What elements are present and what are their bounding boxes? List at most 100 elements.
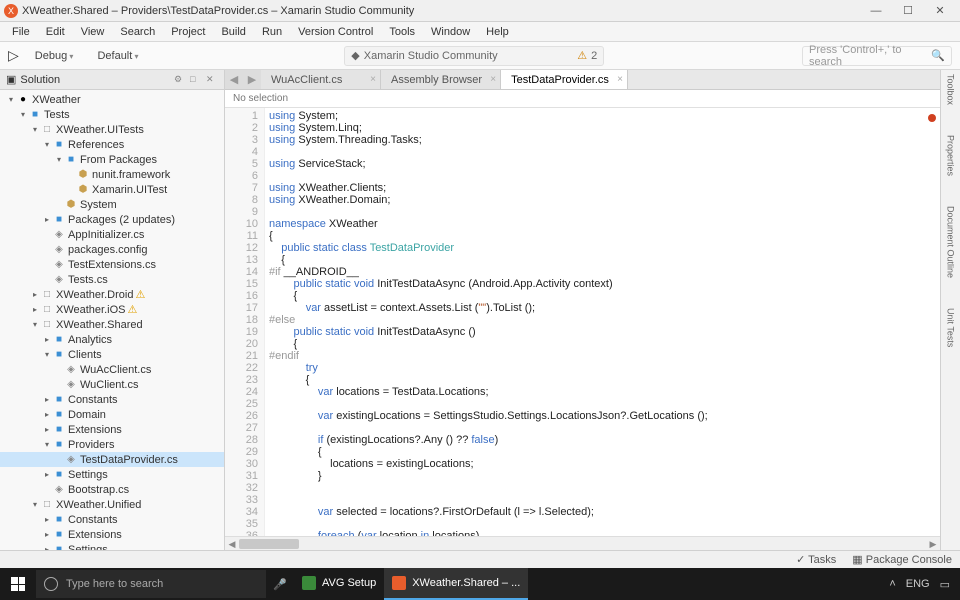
code-line[interactable] bbox=[269, 422, 708, 434]
code-line[interactable]: var selected = locations?.FirstOrDefault… bbox=[269, 506, 708, 518]
code-line[interactable]: #if __ANDROID__ bbox=[269, 266, 708, 278]
code-text[interactable]: using System;using System.Linq;using Sys… bbox=[265, 108, 712, 536]
tasks-pad[interactable]: ✓ Tasks bbox=[796, 553, 836, 566]
close-button[interactable]: ✕ bbox=[924, 1, 956, 21]
twisty-icon[interactable]: ▾ bbox=[6, 95, 16, 104]
code-line[interactable]: { bbox=[269, 374, 708, 386]
tab-nav-back[interactable]: ◀ bbox=[225, 70, 243, 89]
tree-item[interactable]: ◈AppInitializer.cs bbox=[0, 227, 224, 242]
code-line[interactable]: using ServiceStack; bbox=[269, 158, 708, 170]
status-pill[interactable]: ◆ Xamarin Studio Community ⚠ 2 bbox=[344, 46, 604, 66]
tree-item[interactable]: ▸■Constants bbox=[0, 392, 224, 407]
menu-edit[interactable]: Edit bbox=[38, 24, 73, 40]
twisty-icon[interactable]: ▸ bbox=[42, 395, 52, 404]
code-line[interactable] bbox=[269, 398, 708, 410]
tree-item[interactable]: ▸□XWeather.Droid⚠ bbox=[0, 287, 224, 302]
code-line[interactable]: var existingLocations = SettingsStudio.S… bbox=[269, 410, 708, 422]
tree-item[interactable]: ▾■Providers bbox=[0, 437, 224, 452]
twisty-icon[interactable]: ▸ bbox=[30, 305, 40, 314]
mic-icon[interactable]: 🎤 bbox=[266, 578, 294, 591]
code-line[interactable]: } bbox=[269, 470, 708, 482]
tree-item[interactable]: ▸■Analytics bbox=[0, 332, 224, 347]
code-line[interactable]: using System; bbox=[269, 110, 708, 122]
taskbar-task[interactable]: XWeather.Shared – ... bbox=[384, 568, 528, 600]
tree-item[interactable]: ⬢System bbox=[0, 197, 224, 212]
run-button[interactable]: ▷ bbox=[8, 47, 19, 64]
code-editor[interactable]: 1234567891011121314151617181920212223242… bbox=[225, 108, 940, 536]
menu-help[interactable]: Help bbox=[478, 24, 517, 40]
code-line[interactable]: { bbox=[269, 446, 708, 458]
code-line[interactable]: using XWeather.Domain; bbox=[269, 194, 708, 206]
tree-item[interactable]: ◈WuAcClient.cs bbox=[0, 362, 224, 377]
tab-close-icon[interactable]: × bbox=[490, 74, 496, 85]
taskbar-task[interactable]: AVG Setup bbox=[294, 568, 384, 600]
tab-nav-forward[interactable]: ▶ bbox=[243, 70, 261, 89]
tab-close-icon[interactable]: × bbox=[370, 74, 376, 85]
code-line[interactable]: var assetList = context.Assets.List ("")… bbox=[269, 302, 708, 314]
menu-version-control[interactable]: Version Control bbox=[290, 24, 381, 40]
code-line[interactable]: public static void InitTestDataAsync (An… bbox=[269, 278, 708, 290]
tool-tab-toolbox[interactable]: Toolbox bbox=[946, 74, 956, 105]
global-search[interactable]: Press 'Control+,' to search 🔍 bbox=[802, 46, 952, 66]
sidebar-config-button[interactable]: ⚙ bbox=[174, 74, 186, 86]
twisty-icon[interactable]: ▾ bbox=[30, 125, 40, 134]
menu-tools[interactable]: Tools bbox=[381, 24, 423, 40]
code-line[interactable]: locations = existingLocations; bbox=[269, 458, 708, 470]
tree-item[interactable]: ▾●XWeather bbox=[0, 92, 224, 107]
code-line[interactable] bbox=[269, 518, 708, 530]
code-line[interactable]: #else bbox=[269, 314, 708, 326]
code-line[interactable]: public static void InitTestDataAsync () bbox=[269, 326, 708, 338]
tree-item[interactable]: ▾□XWeather.UITests bbox=[0, 122, 224, 137]
target-dropdown[interactable]: Default bbox=[89, 48, 146, 64]
twisty-icon[interactable]: ▸ bbox=[42, 215, 52, 224]
twisty-icon[interactable]: ▸ bbox=[42, 470, 52, 479]
twisty-icon[interactable]: ▾ bbox=[30, 500, 40, 509]
code-line[interactable]: #endif bbox=[269, 350, 708, 362]
tool-tab-document-outline[interactable]: Document Outline bbox=[946, 206, 956, 278]
menu-file[interactable]: File bbox=[4, 24, 38, 40]
tree-item[interactable]: ▾■From Packages bbox=[0, 152, 224, 167]
menu-project[interactable]: Project bbox=[163, 24, 213, 40]
scroll-left-arrow[interactable]: ◀ bbox=[225, 537, 239, 550]
taskbar-search[interactable]: Type here to search bbox=[36, 570, 266, 598]
breadcrumb[interactable]: No selection bbox=[225, 90, 940, 108]
tree-item[interactable]: ▸■Extensions bbox=[0, 527, 224, 542]
code-line[interactable]: using System.Linq; bbox=[269, 122, 708, 134]
code-line[interactable]: try bbox=[269, 362, 708, 374]
tree-item[interactable]: ◈packages.config bbox=[0, 242, 224, 257]
code-line[interactable]: { bbox=[269, 254, 708, 266]
twisty-icon[interactable]: ▾ bbox=[30, 320, 40, 329]
tray-notifications-icon[interactable]: ▭ bbox=[940, 578, 950, 591]
system-tray[interactable]: ˄ ENG ▭ bbox=[879, 578, 960, 591]
solution-tree[interactable]: ▾●XWeather▾■Tests▾□XWeather.UITests▾■Ref… bbox=[0, 90, 224, 550]
sidebar-autohide-button[interactable]: □ bbox=[190, 74, 202, 86]
tree-item[interactable]: ⬢Xamarin.UITest bbox=[0, 182, 224, 197]
tree-item[interactable]: ▾□XWeather.Unified bbox=[0, 497, 224, 512]
tree-item[interactable]: ◈WuClient.cs bbox=[0, 377, 224, 392]
tree-item[interactable]: ▸■Settings bbox=[0, 542, 224, 550]
tree-item[interactable]: ◈Bootstrap.cs bbox=[0, 482, 224, 497]
tree-item[interactable]: ▾■Clients bbox=[0, 347, 224, 362]
menu-window[interactable]: Window bbox=[423, 24, 478, 40]
minimize-button[interactable]: — bbox=[860, 1, 892, 21]
code-line[interactable]: { bbox=[269, 290, 708, 302]
twisty-icon[interactable]: ▸ bbox=[42, 515, 52, 524]
error-marker[interactable] bbox=[928, 114, 936, 122]
twisty-icon[interactable]: ▸ bbox=[42, 425, 52, 434]
tree-item[interactable]: ◈TestDataProvider.cs bbox=[0, 452, 224, 467]
tree-item[interactable]: ▸■Constants bbox=[0, 512, 224, 527]
tree-item[interactable]: ◈TestExtensions.cs bbox=[0, 257, 224, 272]
code-line[interactable] bbox=[269, 146, 708, 158]
package-console-pad[interactable]: ▦ Package Console bbox=[852, 553, 952, 566]
tool-tab-unit-tests[interactable]: Unit Tests bbox=[946, 308, 956, 347]
code-line[interactable] bbox=[269, 494, 708, 506]
tree-item[interactable]: ⬢nunit.framework bbox=[0, 167, 224, 182]
editor-tab[interactable]: WuAcClient.cs× bbox=[261, 70, 381, 89]
scroll-right-arrow[interactable]: ▶ bbox=[926, 537, 940, 550]
code-line[interactable]: namespace XWeather bbox=[269, 218, 708, 230]
menu-build[interactable]: Build bbox=[213, 24, 253, 40]
menu-search[interactable]: Search bbox=[112, 24, 163, 40]
menu-view[interactable]: View bbox=[73, 24, 113, 40]
code-line[interactable] bbox=[269, 482, 708, 494]
code-line[interactable]: using XWeather.Clients; bbox=[269, 182, 708, 194]
